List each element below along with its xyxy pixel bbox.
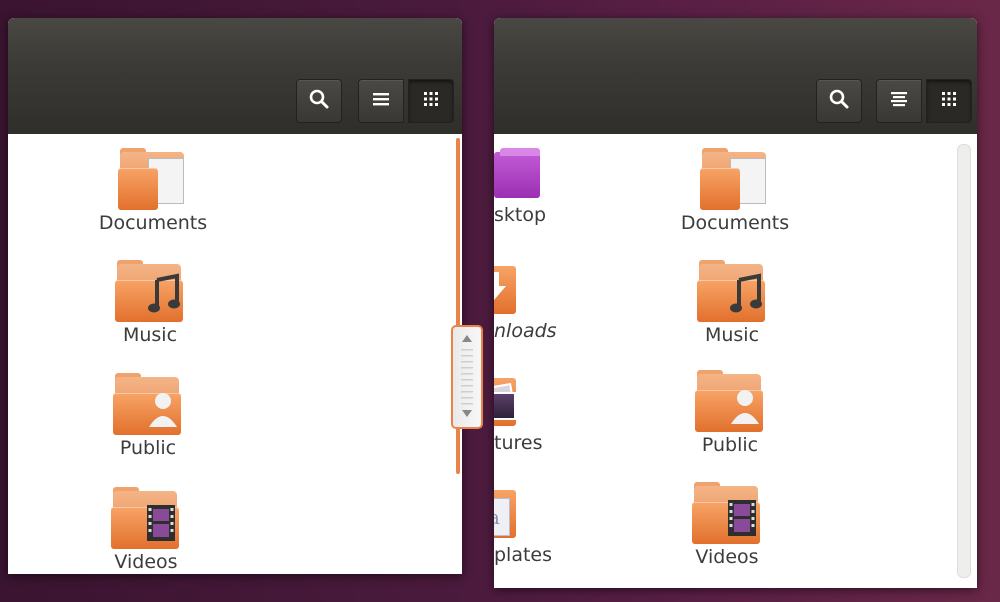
folder-label: sktop [494, 204, 547, 226]
folder-item-music[interactable]: Music [80, 260, 220, 346]
search-icon [308, 88, 330, 114]
scroll-handle[interactable] [451, 325, 483, 429]
folder-label: Documents [680, 212, 790, 234]
public-folder-icon [113, 373, 183, 435]
folder-label: Music [704, 324, 760, 346]
folder-item-documents[interactable]: Documents [83, 148, 223, 234]
folder-item-public[interactable]: Public [78, 373, 218, 459]
grid-icon [941, 91, 957, 111]
video-folder-icon [692, 482, 762, 544]
folder-item-videos[interactable]: Videos [76, 487, 216, 573]
grid-icon [423, 91, 439, 111]
music-folder-icon [115, 260, 185, 322]
grid-view-button[interactable] [408, 79, 454, 123]
search-icon [828, 88, 850, 114]
folder-label: plates [494, 544, 553, 566]
list-view-button[interactable] [358, 79, 404, 123]
view-options-icon [890, 90, 908, 112]
search-button[interactable] [816, 79, 862, 123]
public-folder-icon [695, 370, 765, 432]
folder-item-desktop[interactable]: sktop [494, 148, 554, 226]
search-button[interactable] [296, 79, 342, 123]
folder-label: Videos [114, 551, 178, 573]
right-window-toolbar [494, 62, 977, 134]
right-window-file-view: sktop nloads tures a plates [494, 134, 977, 588]
vertical-scrollbar[interactable] [957, 144, 971, 578]
video-folder-icon [111, 487, 181, 549]
left-file-manager-window: Documents Music Public Videos [8, 18, 462, 574]
grid-view-button[interactable] [926, 79, 972, 123]
list-icon [372, 91, 390, 111]
folder-item-documents[interactable]: Documents [665, 148, 805, 234]
view-options-button[interactable] [876, 79, 922, 123]
folder-item-videos[interactable]: Videos [657, 482, 797, 568]
folder-label: Public [701, 434, 759, 456]
folder-label: Documents [98, 212, 208, 234]
folder-label: nloads [494, 320, 557, 342]
folder-item-templates[interactable]: a plates [494, 484, 554, 566]
downloads-folder-icon [494, 260, 516, 318]
desktop-folder-icon [494, 148, 542, 202]
left-window-toolbar [8, 62, 462, 134]
templates-folder-icon: a [494, 484, 516, 542]
folder-label: Public [119, 437, 177, 459]
folder-item-music[interactable]: Music [662, 260, 802, 346]
folder-label: Music [122, 324, 178, 346]
folder-label: tures [494, 432, 543, 454]
document-folder-icon [700, 148, 770, 210]
folder-item-pictures[interactable]: tures [494, 372, 554, 454]
right-file-manager-window: sktop nloads tures a plates [494, 18, 977, 588]
document-folder-icon [118, 148, 188, 210]
music-folder-icon [697, 260, 767, 322]
left-window-titlebar[interactable] [8, 18, 462, 62]
pictures-folder-icon [494, 372, 517, 430]
right-window-titlebar[interactable] [494, 18, 977, 62]
folder-item-public[interactable]: Public [660, 370, 800, 456]
left-window-file-view: Documents Music Public Videos [8, 134, 462, 574]
folder-label: Videos [695, 546, 759, 568]
folder-item-downloads[interactable]: nloads [494, 260, 557, 342]
